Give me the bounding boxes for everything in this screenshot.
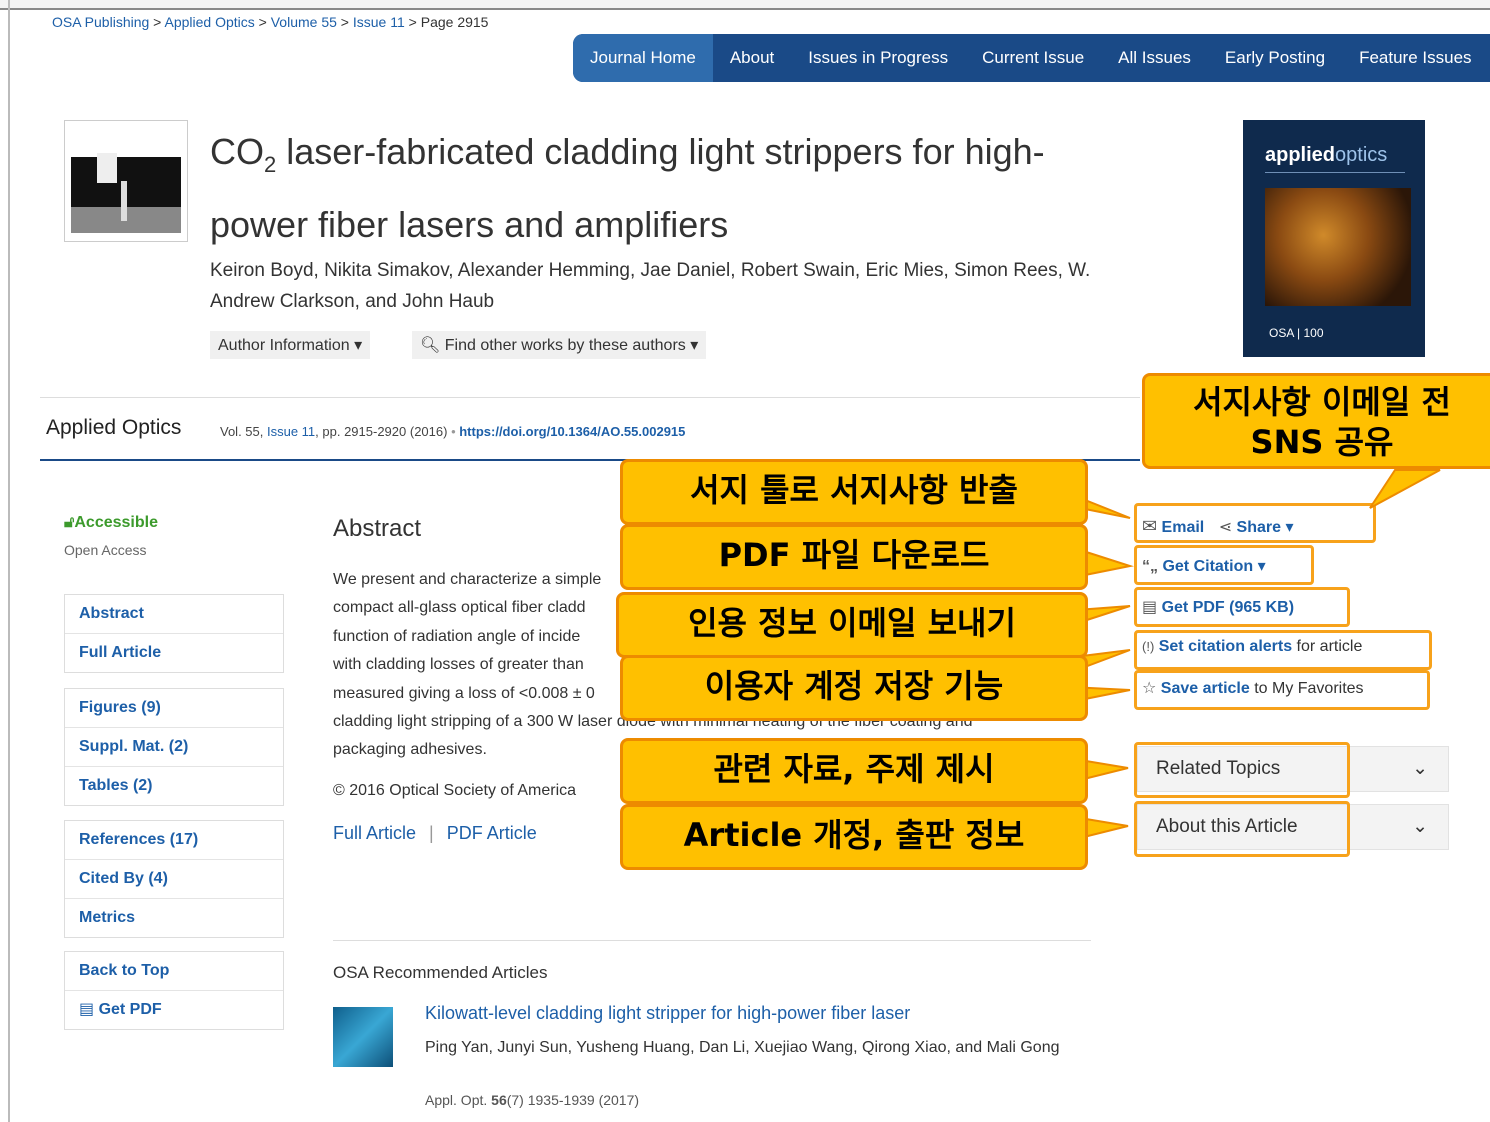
callout-save-account: 이용자 계정 저장 기능: [620, 655, 1088, 721]
callout-email-sns-line1: 서지사항 이메일 전: [1193, 383, 1451, 421]
callout-email-sns-line2: SNS 공유: [1250, 423, 1394, 461]
callout-citation-email: 인용 정보 이메일 보내기: [616, 592, 1088, 658]
callout-article-info: Article 개정, 출판 정보: [620, 804, 1088, 870]
callout-related: 관련 자료, 주제 제시: [620, 738, 1088, 804]
callout-pdf-download: PDF 파일 다운로드: [620, 524, 1088, 590]
callout-citation-export: 서지 툴로 서지사항 반출: [620, 459, 1088, 525]
callout-email-sns: 서지사항 이메일 전 SNS 공유: [1142, 373, 1490, 469]
